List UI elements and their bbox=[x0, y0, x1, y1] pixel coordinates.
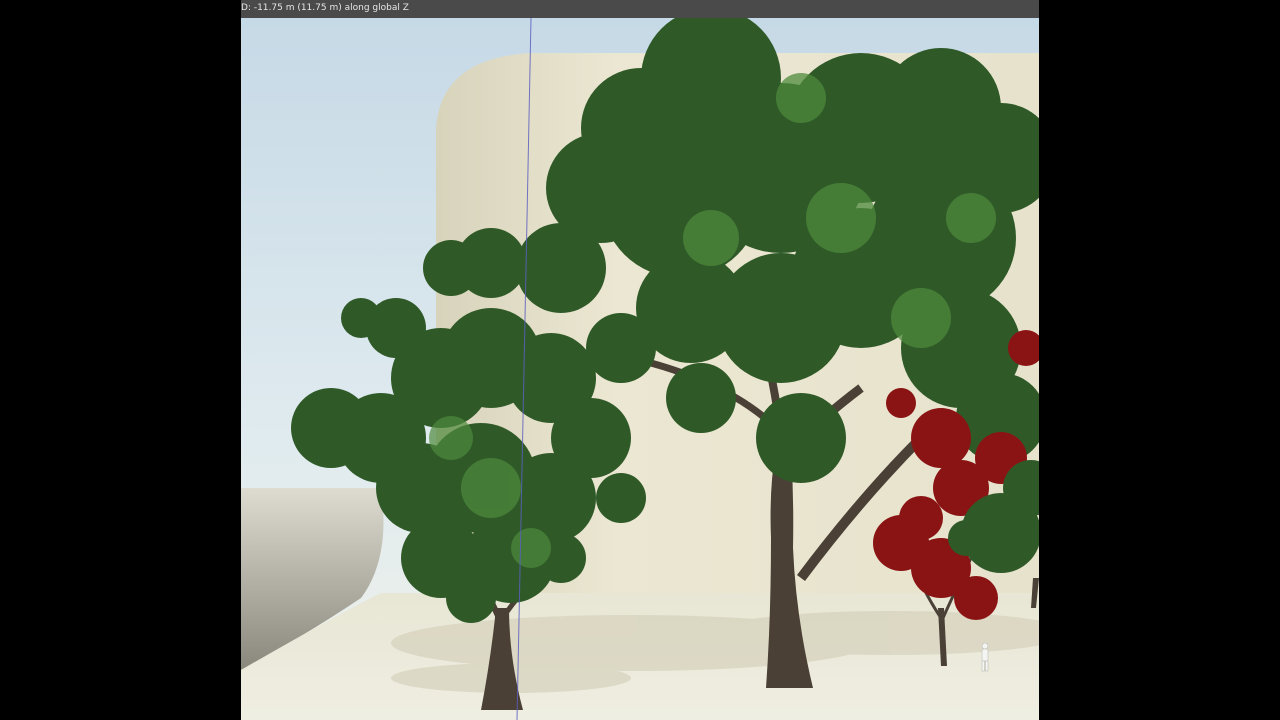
3d-viewport[interactable]: D: -11.75 m (11.75 m) along global Z bbox=[241, 0, 1039, 720]
viewport-header: D: -11.75 m (11.75 m) along global Z bbox=[241, 0, 1039, 18]
letterbox-left bbox=[0, 0, 241, 720]
letterbox-right bbox=[1039, 0, 1280, 720]
rendered-scene[interactable] bbox=[241, 18, 1039, 720]
transform-status-text: D: -11.75 m (11.75 m) along global Z bbox=[241, 3, 409, 13]
